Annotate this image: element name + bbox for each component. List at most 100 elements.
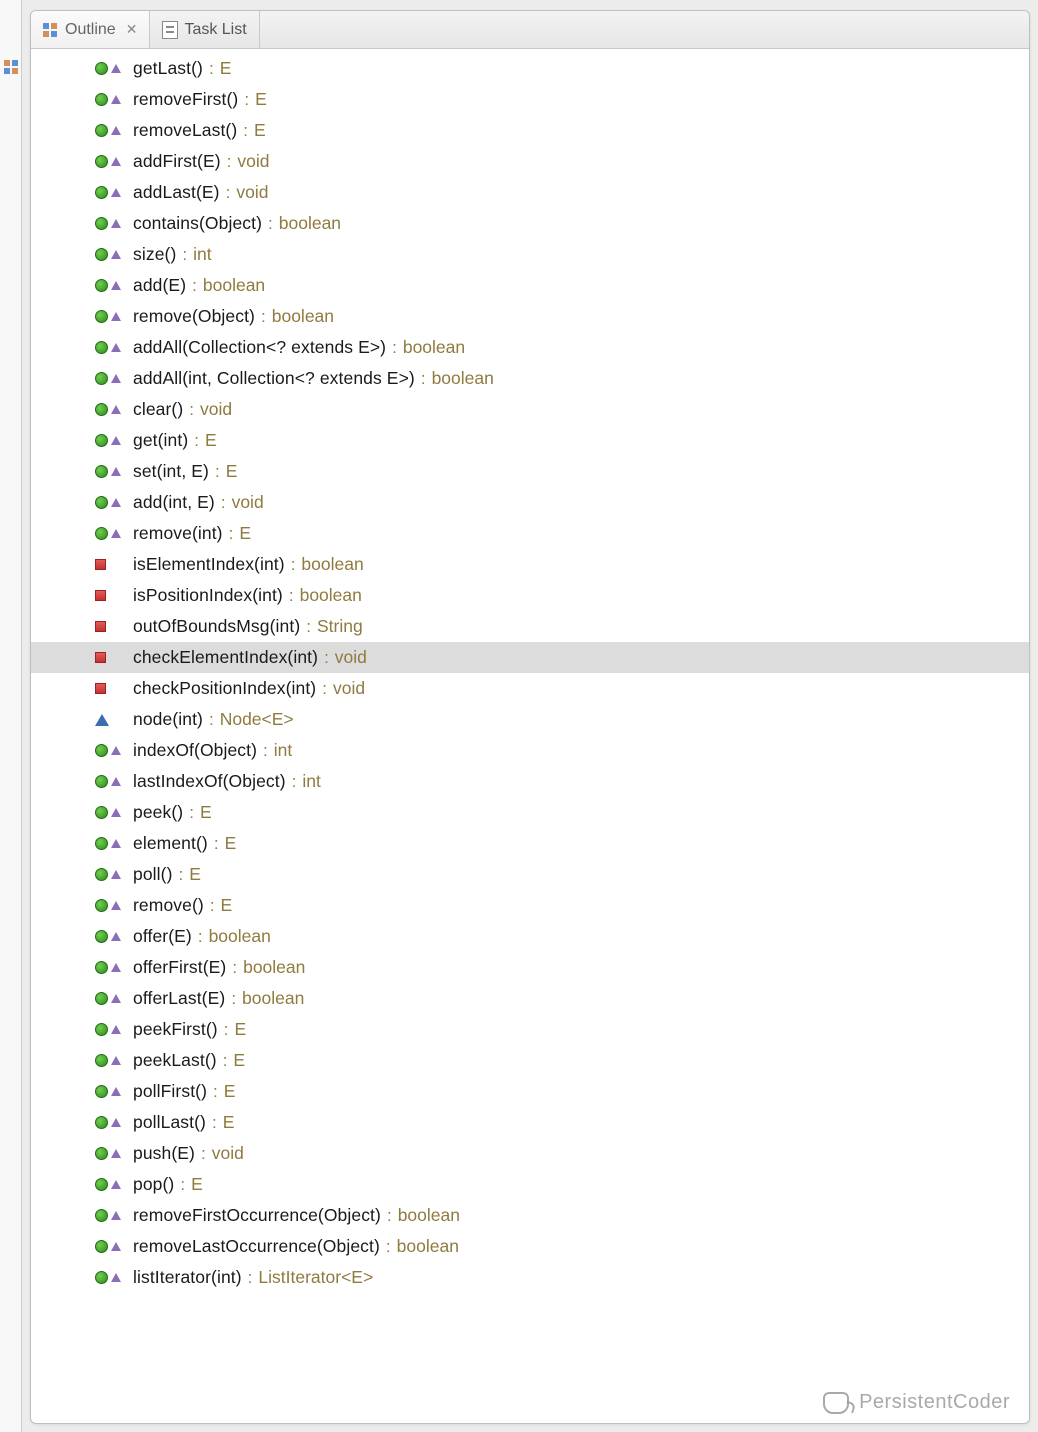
- return-type: boolean: [300, 585, 362, 606]
- outline-item[interactable]: isPositionIndex(int) : boolean: [31, 580, 1029, 611]
- outline-item[interactable]: removeLast() : E: [31, 115, 1029, 146]
- return-type: boolean: [243, 957, 305, 978]
- outline-item[interactable]: add(E) : boolean: [31, 270, 1029, 301]
- outline-item[interactable]: peekLast() : E: [31, 1045, 1029, 1076]
- override-indicator-icon: [111, 64, 121, 73]
- outline-item[interactable]: offerLast(E) : boolean: [31, 983, 1029, 1014]
- outline-icon: [43, 23, 57, 37]
- visibility-icon: [95, 341, 129, 354]
- outline-item[interactable]: checkElementIndex(int) : void: [31, 642, 1029, 673]
- outline-item[interactable]: offer(E) : boolean: [31, 921, 1029, 952]
- outline-item[interactable]: clear() : void: [31, 394, 1029, 425]
- outline-item[interactable]: add(int, E) : void: [31, 487, 1029, 518]
- return-separator: :: [224, 183, 233, 203]
- outline-item[interactable]: remove() : E: [31, 890, 1029, 921]
- close-icon[interactable]: ✕: [122, 21, 138, 38]
- outline-item[interactable]: peek() : E: [31, 797, 1029, 828]
- outline-item[interactable]: peekFirst() : E: [31, 1014, 1029, 1045]
- outline-item[interactable]: addFirst(E) : void: [31, 146, 1029, 177]
- override-indicator-icon: [111, 374, 121, 383]
- method-signature: peekLast(): [133, 1050, 217, 1071]
- outline-item[interactable]: element() : E: [31, 828, 1029, 859]
- method-signature: add(E): [133, 275, 186, 296]
- override-indicator-icon: [111, 95, 121, 104]
- override-indicator-icon: [111, 994, 121, 1003]
- outline-item[interactable]: getLast() : E: [31, 53, 1029, 84]
- public-method-icon: [95, 279, 108, 292]
- return-separator: :: [289, 555, 298, 575]
- visibility-icon: [95, 590, 129, 601]
- outline-item[interactable]: set(int, E) : E: [31, 456, 1029, 487]
- return-separator: :: [187, 803, 196, 823]
- return-separator: :: [221, 1051, 230, 1071]
- outline-item[interactable]: listIterator(int) : ListIterator<E>: [31, 1262, 1029, 1293]
- override-indicator-icon: [111, 932, 121, 941]
- outline-item[interactable]: pollLast() : E: [31, 1107, 1029, 1138]
- return-type: E: [224, 1081, 236, 1102]
- outline-item[interactable]: removeFirst() : E: [31, 84, 1029, 115]
- method-signature: lastIndexOf(Object): [133, 771, 286, 792]
- public-method-icon: [95, 62, 108, 75]
- outline-item[interactable]: contains(Object) : boolean: [31, 208, 1029, 239]
- outline-item[interactable]: addAll(int, Collection<? extends E>) : b…: [31, 363, 1029, 394]
- visibility-icon: [95, 1116, 129, 1129]
- outline-item[interactable]: removeFirstOccurrence(Object) : boolean: [31, 1200, 1029, 1231]
- outline-item[interactable]: outOfBoundsMsg(int) : String: [31, 611, 1029, 642]
- return-type: boolean: [203, 275, 265, 296]
- return-type: boolean: [403, 337, 465, 358]
- override-indicator-icon: [111, 436, 121, 445]
- outline-item[interactable]: indexOf(Object) : int: [31, 735, 1029, 766]
- public-method-icon: [95, 155, 108, 168]
- vertical-toolbar[interactable]: [0, 0, 22, 1432]
- visibility-icon: [95, 93, 129, 106]
- override-indicator-icon: [111, 529, 121, 538]
- return-separator: :: [212, 834, 221, 854]
- override-indicator-icon: [111, 870, 121, 879]
- visibility-icon: [95, 372, 129, 385]
- outline-item[interactable]: offerFirst(E) : boolean: [31, 952, 1029, 983]
- visibility-icon: [95, 217, 129, 230]
- method-signature: outOfBoundsMsg(int): [133, 616, 300, 637]
- outline-item[interactable]: isElementIndex(int) : boolean: [31, 549, 1029, 580]
- outline-item[interactable]: removeLastOccurrence(Object) : boolean: [31, 1231, 1029, 1262]
- method-signature: remove(Object): [133, 306, 255, 327]
- outline-item[interactable]: remove(int) : E: [31, 518, 1029, 549]
- visibility-icon: [95, 248, 129, 261]
- override-indicator-icon: [111, 839, 121, 848]
- method-signature: get(int): [133, 430, 188, 451]
- method-signature: listIterator(int): [133, 1267, 242, 1288]
- visibility-icon: [95, 1023, 129, 1036]
- visibility-icon: [95, 775, 129, 788]
- outline-item[interactable]: pop() : E: [31, 1169, 1029, 1200]
- public-method-icon: [95, 217, 108, 230]
- return-type: E: [189, 864, 201, 885]
- public-method-icon: [95, 93, 108, 106]
- return-separator: :: [177, 865, 186, 885]
- outline-item[interactable]: get(int) : E: [31, 425, 1029, 456]
- method-signature: pollLast(): [133, 1112, 206, 1133]
- outline-item[interactable]: addLast(E) : void: [31, 177, 1029, 208]
- toolbar-icon[interactable]: [4, 60, 18, 74]
- tab-outline[interactable]: Outline ✕: [31, 11, 150, 48]
- outline-tree[interactable]: getLast() : EremoveFirst() : EremoveLast…: [31, 49, 1029, 1423]
- public-method-icon: [95, 1178, 108, 1191]
- method-signature: addAll(Collection<? extends E>): [133, 337, 386, 358]
- outline-item[interactable]: remove(Object) : boolean: [31, 301, 1029, 332]
- return-separator: :: [246, 1268, 255, 1288]
- outline-item[interactable]: addAll(Collection<? extends E>) : boolea…: [31, 332, 1029, 363]
- method-signature: push(E): [133, 1143, 195, 1164]
- outline-item[interactable]: lastIndexOf(Object) : int: [31, 766, 1029, 797]
- outline-item[interactable]: size() : int: [31, 239, 1029, 270]
- outline-item[interactable]: node(int) : Node<E>: [31, 704, 1029, 735]
- tab-tasklist[interactable]: Task List: [150, 11, 259, 48]
- outline-item[interactable]: checkPositionIndex(int) : void: [31, 673, 1029, 704]
- return-type: E: [226, 461, 238, 482]
- outline-item[interactable]: pollFirst() : E: [31, 1076, 1029, 1107]
- method-signature: removeFirstOccurrence(Object): [133, 1205, 381, 1226]
- public-method-icon: [95, 372, 108, 385]
- outline-item[interactable]: push(E) : void: [31, 1138, 1029, 1169]
- outline-item[interactable]: poll() : E: [31, 859, 1029, 890]
- public-method-icon: [95, 310, 108, 323]
- public-method-icon: [95, 868, 108, 881]
- return-separator: :: [207, 59, 216, 79]
